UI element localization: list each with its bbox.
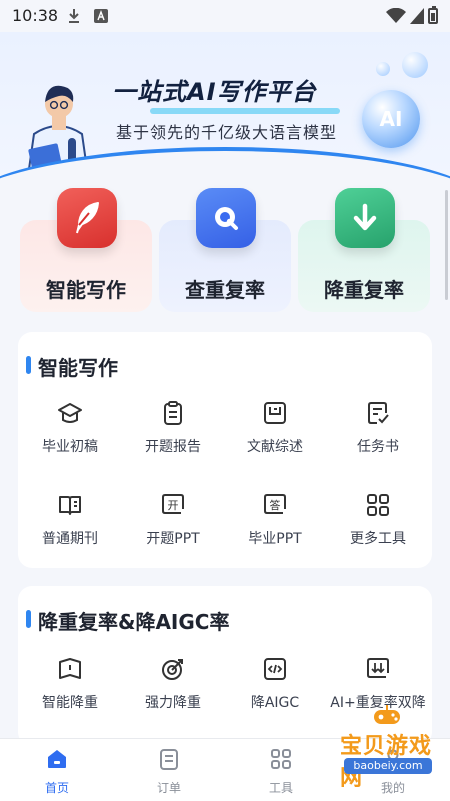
double-down-icon [367,658,389,678]
checklist-icon [368,402,389,424]
svg-text:开: 开 [168,499,179,512]
tool-label: 智能降重 [42,695,98,711]
ppt-open-icon: 开 [162,494,184,514]
tool-label: 任务书 [357,439,399,455]
grid-icon [367,494,389,516]
hero-banner: 一站式AI写作平台 基于领先的千亿级大语言模型 AI [0,32,450,192]
quill-icon [57,188,117,248]
section-title-text: 降重复率&降AIGC率 [38,610,230,634]
tool-label: 开题报告 [145,439,201,455]
tool-task-book[interactable]: 任务书 [328,400,428,456]
bubble-decoration [376,62,390,76]
writing-section: 智能写作 毕业初稿 开题报告 文献综述 任务书 普通期刊 开 开题PPT 答 毕… [18,332,432,568]
tool-reduce-aigc[interactable]: 降AIGC [225,656,325,712]
ppt-grad-icon: 答 [264,494,286,514]
bubble-decoration [402,52,428,78]
book-icon [59,658,81,679]
section-title-text: 智能写作 [38,356,118,380]
down-arrow-icon [335,188,395,248]
tool-label: 更多工具 [350,531,406,547]
download-icon [69,9,79,23]
feature-card-writing[interactable]: 智能写作 [20,188,152,312]
tool-journal[interactable]: 普通期刊 [20,492,120,548]
status-time: 10:38 [12,6,59,25]
title-underline [150,108,340,114]
tab-tools[interactable]: 工具 [246,747,316,796]
tool-strong-reduce[interactable]: 强力降重 [123,656,223,712]
gamepad-icon [374,705,400,724]
tool-label: 开题PPT [146,531,200,547]
tab-orders[interactable]: 订单 [134,747,204,796]
svg-text:答: 答 [270,498,281,512]
tab-label: 工具 [268,781,293,795]
home-icon [48,750,66,768]
feature-label: 降重复率 [324,278,404,302]
document-frame-icon [264,402,286,424]
tool-label: 降AIGC [250,695,300,711]
clipboard-icon [164,401,182,425]
section-title: 降重复率&降AIGC率 [26,606,230,635]
tools-icon [271,749,291,769]
graduation-cap-icon [58,403,82,423]
tool-label: 毕业初稿 [42,439,98,455]
tab-home[interactable]: 首页 [22,747,92,796]
scrollbar[interactable] [445,190,448,300]
tool-proposal-report[interactable]: 开题报告 [123,400,223,456]
section-accent-bar [26,610,31,628]
feature-label: 智能写作 [46,278,126,302]
search-q-icon [196,188,256,248]
ai-badge-label: AI [379,107,403,131]
watermark-url: baobeiy.com [344,758,432,774]
tool-graduation-draft[interactable]: 毕业初稿 [20,400,120,456]
open-book-icon [59,496,81,515]
tab-label: 订单 [156,781,181,795]
battery-icon [428,6,438,24]
tool-graduation-ppt[interactable]: 答 毕业PPT [225,492,325,548]
status-bar: 10:38 [0,0,450,32]
tool-more[interactable]: 更多工具 [328,492,428,548]
banner-subtitle: 基于领先的千亿级大语言模型 [116,123,338,142]
tool-smart-reduce[interactable]: 智能降重 [20,656,120,712]
tool-label: 毕业PPT [248,531,302,547]
ai-badge: AI [362,90,420,148]
tab-label: 首页 [44,781,69,795]
watermark: 宝贝游戏网 baobeiy.com [330,700,450,791]
tool-proposal-ppt[interactable]: 开 开题PPT [123,492,223,548]
signal-icon [410,8,424,24]
feature-card-check[interactable]: 查重复率 [159,188,291,312]
section-title: 智能写作 [26,352,118,381]
tool-literature-review[interactable]: 文献综述 [225,400,325,456]
feature-card-reduce[interactable]: 降重复率 [298,188,430,312]
a-badge-icon [94,9,108,23]
tool-label: 强力降重 [145,695,201,711]
feature-label: 查重复率 [185,278,265,302]
tool-label: 普通期刊 [42,531,98,547]
target-icon [162,659,183,680]
wifi-icon [386,8,406,23]
tool-label: 文献综述 [247,439,303,455]
banner-title: 一站式AI写作平台 [112,78,317,106]
code-icon [264,658,286,680]
section-accent-bar [26,356,31,374]
order-icon [160,749,178,770]
